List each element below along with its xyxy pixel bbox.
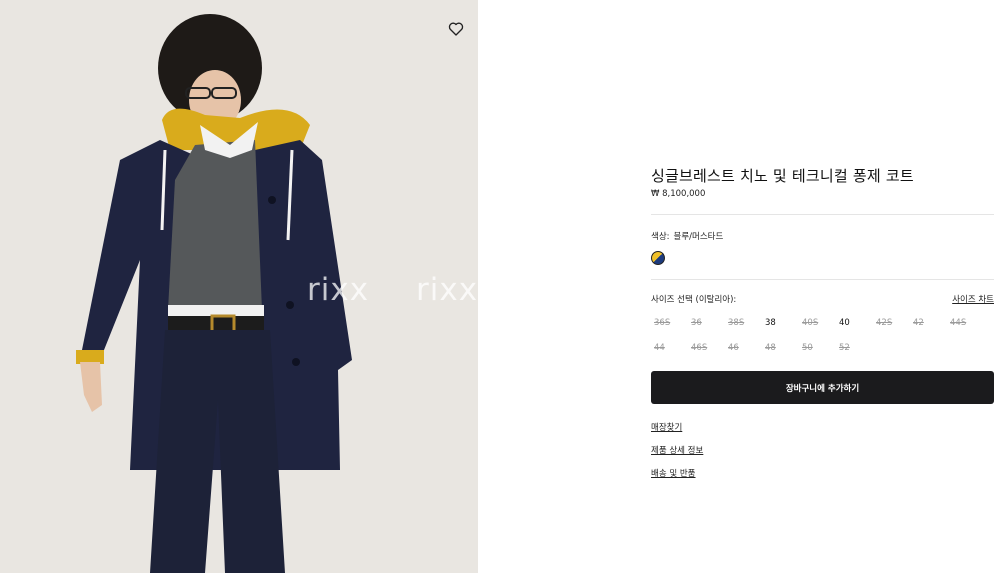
size-option[interactable]: 36 (691, 318, 702, 328)
color-info: 색상: 블루/머스타드 (651, 230, 723, 242)
size-option[interactable]: 44S (950, 318, 966, 328)
size-option[interactable]: 38 (765, 318, 776, 328)
shipping-returns-link[interactable]: 배송 및 반품 (651, 467, 696, 479)
size-option[interactable]: 52 (839, 343, 850, 353)
store-finder-link[interactable]: 매장찾기 (651, 421, 682, 433)
product-details-link[interactable]: 제품 상세 정보 (651, 444, 703, 456)
divider (651, 279, 994, 280)
size-option[interactable]: 46 (728, 343, 739, 353)
size-option[interactable]: 36S (654, 318, 670, 328)
size-option[interactable]: 42 (913, 318, 924, 328)
add-to-cart-button[interactable]: 장바구니에 추가하기 (651, 371, 994, 404)
product-image: rixx rixx (0, 0, 478, 573)
divider (651, 214, 994, 215)
heart-icon[interactable] (447, 20, 465, 38)
color-swatch[interactable] (651, 251, 665, 265)
watermark-text: rixx (307, 272, 370, 308)
color-label: 색상: (651, 232, 670, 242)
size-option[interactable]: 44 (654, 343, 665, 353)
size-select-label: 사이즈 선택 (이탈리아): (651, 295, 737, 305)
size-option[interactable]: 48 (765, 343, 776, 353)
size-option[interactable]: 50 (802, 343, 813, 353)
size-chart-link[interactable]: 사이즈 차트 (952, 293, 994, 305)
product-photo-illustration (0, 0, 478, 573)
product-price: ₩ 8,100,000 (651, 189, 706, 199)
size-option[interactable]: 42S (876, 318, 892, 328)
product-title: 싱글브레스트 치노 및 테크니컬 퐁제 코트 (651, 167, 914, 185)
color-value: 블루/머스타드 (673, 232, 724, 242)
size-option[interactable]: 46S (691, 343, 707, 353)
size-option[interactable]: 40 (839, 318, 850, 328)
size-option[interactable]: 40S (802, 318, 818, 328)
size-option[interactable]: 38S (728, 318, 744, 328)
watermark-text: rixx (416, 272, 478, 308)
